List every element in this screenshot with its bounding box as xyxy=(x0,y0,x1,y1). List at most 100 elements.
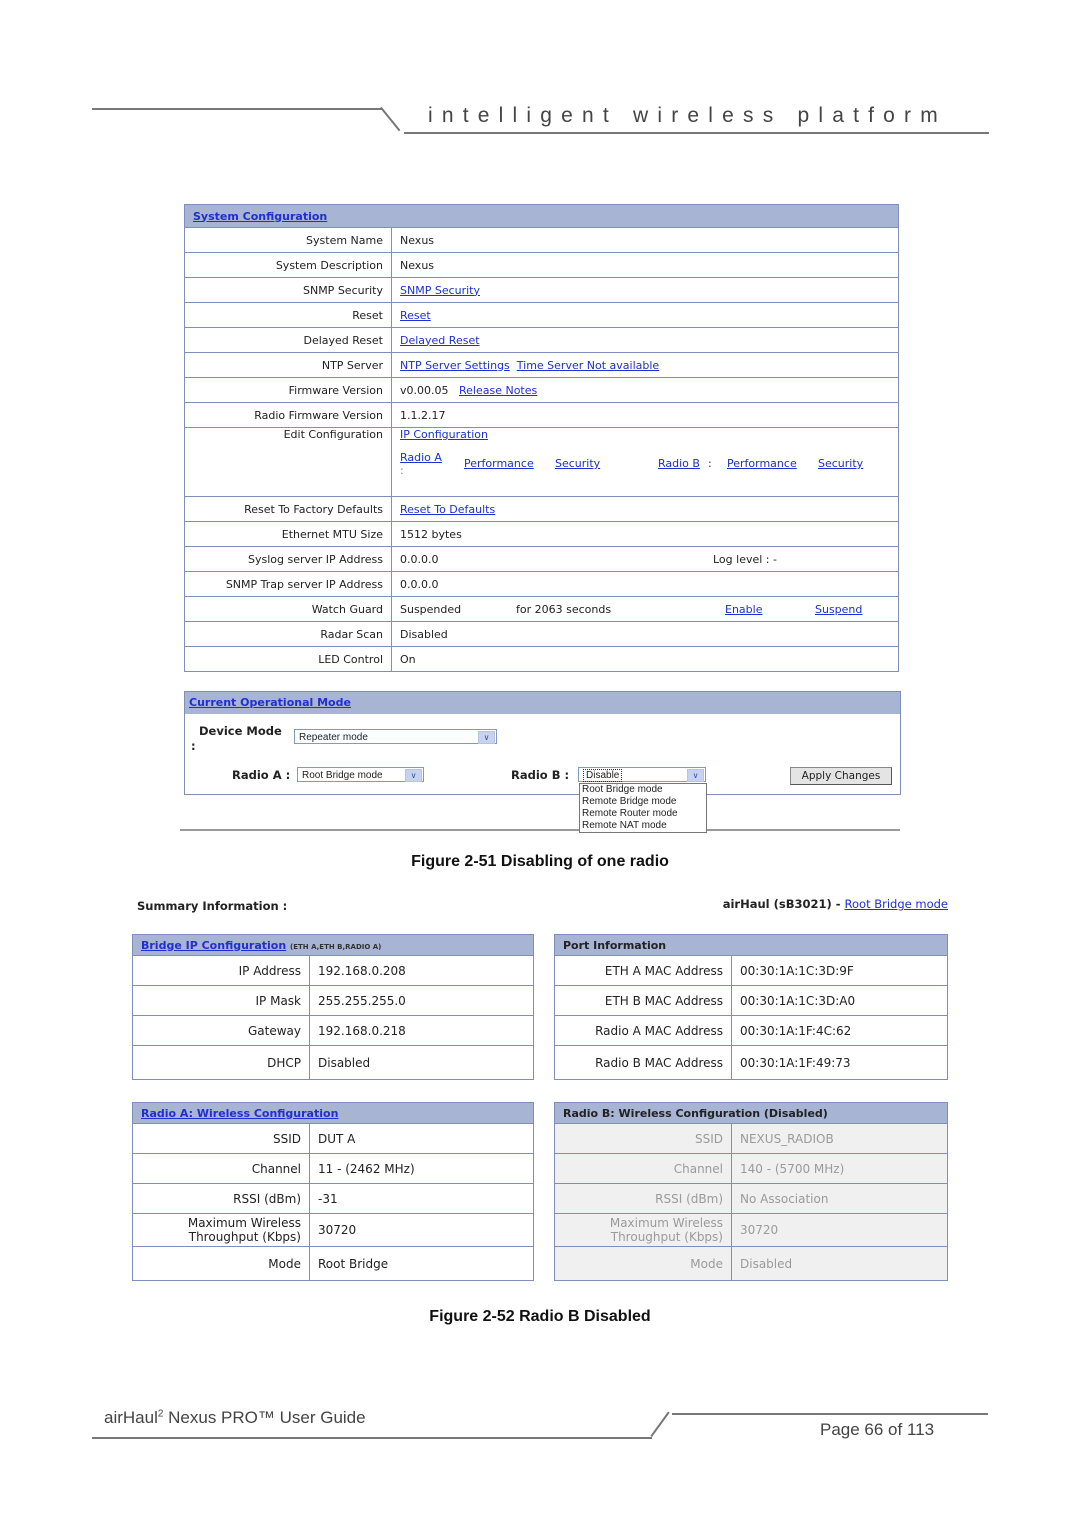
radio-a-channel-value: 11 - (2462 MHz) xyxy=(309,1153,534,1184)
row-label: Maximum Wireless Throughput (Kbps) xyxy=(554,1213,732,1247)
radio-b-mode-value: Disabled xyxy=(731,1246,948,1281)
firmware-version-value: v0.00.05 xyxy=(400,383,449,397)
release-notes-link[interactable]: Release Notes xyxy=(459,384,537,397)
radio-a-performance-link[interactable]: Performance xyxy=(464,457,534,470)
panel-header: Radio A: Wireless Configuration xyxy=(132,1102,534,1124)
device-mode-colon: : xyxy=(191,739,196,753)
row-label: SNMP Trap server IP Address xyxy=(184,571,392,597)
table-row: RSSI (dBm) -31 xyxy=(132,1183,534,1214)
table-row: Mode Root Bridge xyxy=(132,1246,534,1281)
radio-b-link[interactable]: Radio B xyxy=(658,457,700,470)
guide-title-part: Nexus PRO™ User Guide xyxy=(163,1408,366,1427)
radio-b-mode-value: Disable xyxy=(583,769,623,782)
radio-b-wireless-panel: Radio B: Wireless Configuration (Disable… xyxy=(554,1102,948,1281)
reset-to-defaults-link[interactable]: Reset To Defaults xyxy=(400,503,495,516)
table-row: Maximum Wireless Throughput (Kbps) 30720 xyxy=(132,1213,534,1247)
label-line: Maximum Wireless xyxy=(187,1216,301,1230)
radio-b-ssid-value: NEXUS_RADIOB xyxy=(731,1123,948,1154)
dhcp-value: Disabled xyxy=(309,1045,534,1080)
ntp-server-settings-link[interactable]: NTP Server Settings xyxy=(400,359,510,372)
watch-guard-suspend-link[interactable]: Suspend xyxy=(815,603,862,616)
current-operational-mode-link[interactable]: Current Operational Mode xyxy=(189,696,351,709)
row-label: Radio A MAC Address xyxy=(554,1015,732,1046)
device-mode-select[interactable]: Repeater mode ∨ xyxy=(294,729,497,744)
table-row: Maximum Wireless Throughput (Kbps) 30720 xyxy=(554,1213,948,1247)
radio-b-security-link[interactable]: Security xyxy=(818,457,863,470)
apply-changes-button[interactable]: Apply Changes xyxy=(790,767,892,785)
table-row: SSID NEXUS_RADIOB xyxy=(554,1123,948,1154)
row-label: Maximum Wireless Throughput (Kbps) xyxy=(132,1213,310,1247)
table-row: DHCP Disabled xyxy=(132,1045,534,1080)
radio-a-link[interactable]: Radio A xyxy=(400,451,442,464)
system-description-value: Nexus xyxy=(391,252,899,278)
row-label: SSID xyxy=(132,1123,310,1154)
snmp-trap-ip-value: 0.0.0.0 xyxy=(391,571,899,597)
dropdown-option[interactable]: Root Bridge mode xyxy=(582,784,706,796)
dropdown-option[interactable]: Remote NAT mode xyxy=(582,820,706,832)
system-configuration-link[interactable]: System Configuration xyxy=(193,210,327,223)
row-label: SSID xyxy=(554,1123,732,1154)
snmp-security-link[interactable]: SNMP Security xyxy=(400,284,480,297)
table-row: IP Mask 255.255.255.0 xyxy=(132,985,534,1016)
radio-b-mode-select[interactable]: Disable ∨ xyxy=(578,767,706,782)
row-label: RSSI (dBm) xyxy=(554,1183,732,1214)
bridge-ip-note: (ETH A,ETH B,RADIO A) xyxy=(290,942,382,951)
header-rule-left xyxy=(92,108,382,110)
ip-address-value: 192.168.0.208 xyxy=(309,955,534,986)
chevron-down-icon[interactable]: ∨ xyxy=(405,769,422,782)
table-row: SSID DUT A xyxy=(132,1123,534,1154)
radio-a-colon: : xyxy=(400,464,404,477)
watch-guard-duration: for 2063 seconds xyxy=(516,602,612,616)
gateway-value: 192.168.0.218 xyxy=(309,1015,534,1046)
port-information-panel: Port Information ETH A MAC Address 00:30:… xyxy=(554,934,948,1080)
reset-link[interactable]: Reset xyxy=(400,309,431,322)
radio-b-performance-link[interactable]: Performance xyxy=(727,457,797,470)
radio-b-channel-value: 140 - (5700 MHz) xyxy=(731,1153,948,1184)
table-row: Ethernet MTU Size 1512 bytes xyxy=(184,521,899,547)
header-rule-slash xyxy=(380,106,401,132)
radio-b-rssi-value: No Association xyxy=(731,1183,948,1214)
bridge-ip-configuration-panel: Bridge IP Configuration (ETH A,ETH B,RAD… xyxy=(132,934,534,1080)
radio-a-security-link[interactable]: Security xyxy=(555,457,600,470)
delayed-reset-link[interactable]: Delayed Reset xyxy=(400,334,480,347)
radio-a-wireless-panel: Radio A: Wireless Configuration SSID DUT … xyxy=(132,1102,534,1281)
ip-mask-value: 255.255.255.0 xyxy=(309,985,534,1016)
table-row: LED Control On xyxy=(184,646,899,672)
chevron-down-icon[interactable]: ∨ xyxy=(478,731,495,744)
device-mode-link[interactable]: Root Bridge mode xyxy=(845,897,948,911)
watch-guard-enable-link[interactable]: Enable xyxy=(725,603,762,616)
ip-configuration-link[interactable]: IP Configuration xyxy=(400,428,488,441)
system-configuration-panel: System Configuration System Name Nexus Sy… xyxy=(184,204,899,672)
device-mode-label: Device Mode xyxy=(199,724,282,738)
radio-a-mode-value: Root Bridge xyxy=(309,1246,534,1281)
row-label: Radio Firmware Version xyxy=(184,402,392,428)
radio-a-mac-value: 00:30:1A:1F:4C:62 xyxy=(731,1015,948,1046)
system-name-value: Nexus xyxy=(391,227,899,253)
row-label: SNMP Security xyxy=(184,277,392,303)
row-label: Reset To Factory Defaults xyxy=(184,496,392,522)
dropdown-option[interactable]: Remote Router mode xyxy=(582,808,706,820)
table-row: Delayed Reset Delayed Reset xyxy=(184,327,899,353)
row-label: Syslog server IP Address xyxy=(184,546,392,572)
row-label: Radar Scan xyxy=(184,621,392,647)
radio-a-wireless-configuration-link[interactable]: Radio A: Wireless Configuration xyxy=(141,1107,338,1120)
table-row: RSSI (dBm) No Association xyxy=(554,1183,948,1214)
row-label: RSSI (dBm) xyxy=(132,1183,310,1214)
radio-b-mode-label: Radio B : xyxy=(511,768,570,782)
watch-guard-status: Suspended xyxy=(400,602,462,616)
table-row: Syslog server IP Address 0.0.0.0 Log level… xyxy=(184,546,899,572)
dropdown-option[interactable]: Remote Bridge mode xyxy=(582,796,706,808)
table-row: Mode Disabled xyxy=(554,1246,948,1281)
row-label: IP Address xyxy=(132,955,310,986)
row-label: Reset xyxy=(184,302,392,328)
device-title: airHaul (sB3021) - Root Bridge mode xyxy=(723,897,948,911)
summary-information-title: Summary Information : xyxy=(137,899,288,913)
row-label: Mode xyxy=(132,1246,310,1281)
radio-a-throughput-value: 30720 xyxy=(309,1213,534,1247)
radio-a-mode-select[interactable]: Root Bridge mode ∨ xyxy=(297,767,424,782)
time-server-status-link[interactable]: Time Server Not available xyxy=(517,359,659,372)
bridge-ip-configuration-link[interactable]: Bridge IP Configuration xyxy=(141,939,286,952)
row-label: IP Mask xyxy=(132,985,310,1016)
chevron-down-icon[interactable]: ∨ xyxy=(687,769,704,782)
footer-guide-title: airHaul2 Nexus PRO™ User Guide xyxy=(104,1408,366,1428)
